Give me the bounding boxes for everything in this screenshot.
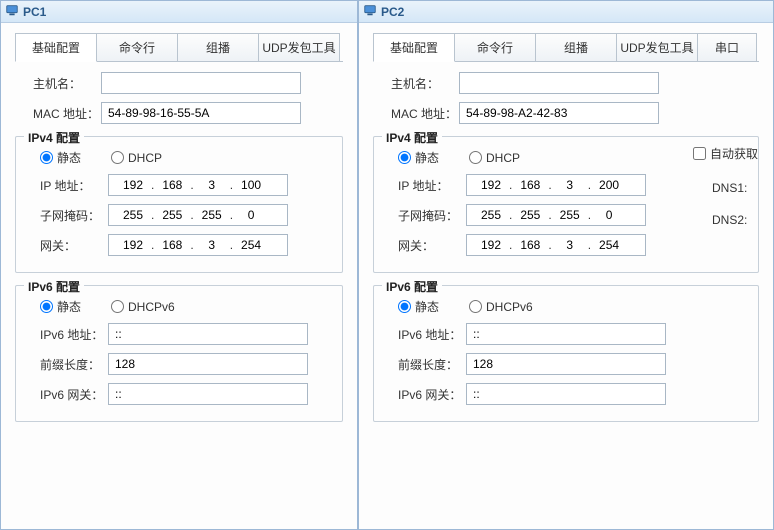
row-mac: MAC 地址：	[33, 102, 343, 124]
ipv4-radios: 静态 DHCP	[40, 149, 336, 166]
ipv4-group: IPv4 配置 静态 DHCP IP 地址： . . . 子网掩码： . .	[15, 136, 343, 273]
mask-label: 子网掩码：	[40, 207, 108, 224]
gateway-label: 网关：	[398, 237, 466, 254]
ipv6addr-label: IPv6 地址：	[40, 326, 108, 343]
row-mask: 子网掩码： . . .	[398, 204, 752, 226]
row-ipv6gw: IPv6 网关：	[398, 383, 752, 405]
mask-input[interactable]: . . .	[466, 204, 646, 226]
mac-input[interactable]	[101, 102, 301, 124]
hostname-label: 主机名：	[33, 75, 101, 92]
radio-dhcp[interactable]: DHCP	[469, 151, 520, 165]
tab-serial[interactable]: 串口	[697, 33, 757, 61]
ip-label: IP 地址：	[40, 177, 108, 194]
window-pc2: PC2 基础配置 命令行 组播 UDP发包工具 串口 主机名： MAC 地址： …	[358, 0, 774, 530]
row-hostname: 主机名：	[33, 72, 343, 94]
tabs-pc1: 基础配置 命令行 组播 UDP发包工具	[15, 33, 343, 62]
row-mask: 子网掩码： . . .	[40, 204, 336, 226]
ipv6-radios: 静态 DHCPv6	[398, 298, 752, 315]
ipv6-group: IPv6 配置 静态 DHCPv6 IPv6 地址： 前缀长度： IPv6 网关…	[373, 285, 759, 422]
mac-label: MAC 地址：	[391, 105, 459, 122]
ip-input[interactable]: . . .	[108, 174, 288, 196]
ipv6-title: IPv6 配置	[24, 278, 84, 295]
tab-basic[interactable]: 基础配置	[373, 33, 455, 62]
radio-static6[interactable]: 静态	[398, 298, 439, 315]
ipv6-group: IPv6 配置 静态 DHCPv6 IPv6 地址： 前缀长度： IPv6 网关…	[15, 285, 343, 422]
row-ipv6addr: IPv6 地址：	[40, 323, 336, 345]
ip-label: IP 地址：	[398, 177, 466, 194]
row-prefix: 前缀长度：	[40, 353, 336, 375]
tab-udp[interactable]: UDP发包工具	[616, 33, 698, 61]
window-title: PC1	[23, 5, 46, 19]
tab-multicast[interactable]: 组播	[177, 33, 259, 61]
row-gateway: 网关： . . .	[40, 234, 336, 256]
body-pc2: 基础配置 命令行 组播 UDP发包工具 串口 主机名： MAC 地址： IPv4…	[359, 23, 773, 529]
radio-static[interactable]: 静态	[40, 149, 81, 166]
tab-cli[interactable]: 命令行	[96, 33, 178, 61]
ip-input[interactable]: . . .	[466, 174, 646, 196]
radio-dhcpv6[interactable]: DHCPv6	[111, 300, 175, 314]
ipv6addr-label: IPv6 地址：	[398, 326, 466, 343]
body-pc1: 基础配置 命令行 组播 UDP发包工具 主机名： MAC 地址： IPv4 配置…	[1, 23, 357, 529]
tabs-pc2: 基础配置 命令行 组播 UDP发包工具 串口	[373, 33, 759, 62]
ipv6gw-label: IPv6 网关：	[40, 386, 108, 403]
window-title: PC2	[381, 5, 404, 19]
gateway-label: 网关：	[40, 237, 108, 254]
dns1-label: DNS1:	[712, 181, 752, 195]
prefix-label: 前缀长度：	[398, 356, 466, 373]
ipv4-group: IPv4 配置 静态 DHCP 自动获取 IP 地址： . . . DNS1: …	[373, 136, 759, 273]
radio-dhcpv6[interactable]: DHCPv6	[469, 300, 533, 314]
window-pc1: PC1 基础配置 命令行 组播 UDP发包工具 主机名： MAC 地址： IPv…	[0, 0, 358, 530]
pc-icon	[363, 3, 377, 20]
titlebar-pc1[interactable]: PC1	[1, 1, 357, 23]
ipv6-radios: 静态 DHCPv6	[40, 298, 336, 315]
ipv6gw-label: IPv6 网关：	[398, 386, 466, 403]
row-mac: MAC 地址：	[391, 102, 759, 124]
tab-basic[interactable]: 基础配置	[15, 33, 97, 62]
titlebar-pc2[interactable]: PC2	[359, 1, 773, 23]
row-gateway: 网关： . . .	[398, 234, 752, 256]
radio-dhcp[interactable]: DHCP	[111, 151, 162, 165]
pc-icon	[5, 3, 19, 20]
tab-udp[interactable]: UDP发包工具	[258, 33, 340, 61]
row-ip: IP 地址： . . .	[398, 174, 752, 196]
row-ipv6gw: IPv6 网关：	[40, 383, 336, 405]
mac-label: MAC 地址：	[33, 105, 101, 122]
gateway-input[interactable]: . . .	[466, 234, 646, 256]
ipv6gw-input[interactable]	[108, 383, 308, 405]
row-prefix: 前缀长度：	[398, 353, 752, 375]
radio-static6[interactable]: 静态	[40, 298, 81, 315]
gateway-input[interactable]: . . .	[108, 234, 288, 256]
prefix-input[interactable]	[108, 353, 308, 375]
ipv6addr-input[interactable]	[466, 323, 666, 345]
hostname-input[interactable]	[459, 72, 659, 94]
prefix-label: 前缀长度：	[40, 356, 108, 373]
hostname-label: 主机名：	[391, 75, 459, 92]
row-hostname: 主机名：	[391, 72, 759, 94]
ipv6addr-input[interactable]	[108, 323, 308, 345]
mask-label: 子网掩码：	[398, 207, 466, 224]
hostname-input[interactable]	[101, 72, 301, 94]
row-ipv6addr: IPv6 地址：	[398, 323, 752, 345]
tab-multicast[interactable]: 组播	[535, 33, 617, 61]
ipv6gw-input[interactable]	[466, 383, 666, 405]
prefix-input[interactable]	[466, 353, 666, 375]
ipv4-title: IPv4 配置	[382, 129, 442, 146]
ipv4-title: IPv4 配置	[24, 129, 84, 146]
mac-input[interactable]	[459, 102, 659, 124]
dns2-label: DNS2:	[712, 213, 752, 227]
tab-cli[interactable]: 命令行	[454, 33, 536, 61]
row-ip: IP 地址： . . .	[40, 174, 336, 196]
ipv6-title: IPv6 配置	[382, 278, 442, 295]
check-autoget[interactable]: 自动获取	[693, 145, 758, 162]
mask-input[interactable]: . . .	[108, 204, 288, 226]
radio-static[interactable]: 静态	[398, 149, 439, 166]
